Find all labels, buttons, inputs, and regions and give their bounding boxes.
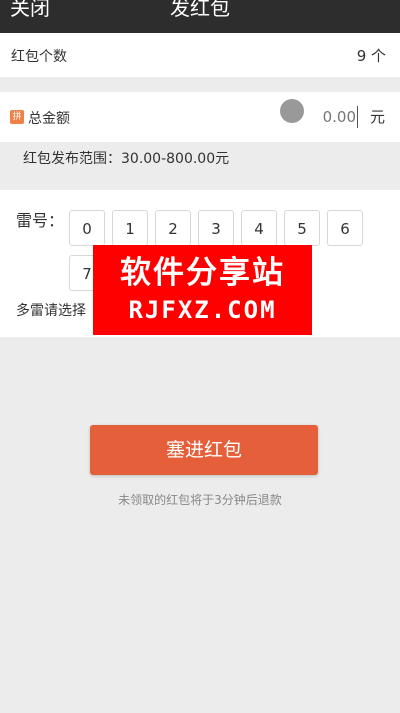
watermark-logo: 软件分享站 RJFXZ.COM — [93, 245, 312, 335]
page-title: 发红包 — [170, 0, 230, 20]
packet-count-label: 红包个数 — [11, 49, 67, 65]
mine-number-2[interactable]: 2 — [155, 210, 191, 246]
total-amount-input[interactable] — [300, 106, 358, 128]
amount-range-note: 红包发布范围：30.00-800.00元 — [23, 151, 230, 167]
packet-count-value[interactable]: 9 个 — [357, 45, 386, 66]
watermark-text-cn: 软件分享站 — [120, 255, 285, 291]
top-bar: 关闭 发红包 — [0, 0, 400, 33]
mine-number-label: 雷号： — [16, 211, 65, 230]
mine-number-3[interactable]: 3 — [198, 210, 234, 246]
total-amount-row: 拼 总金额 元 — [0, 92, 400, 142]
indicator-dot-icon — [280, 99, 304, 123]
packet-count-row[interactable]: 红包个数 9 个 — [0, 33, 400, 77]
refund-note: 未领取的红包将于3分钟后退款 — [118, 493, 282, 507]
multi-mine-hint: 多雷请选择 — [16, 303, 86, 319]
mine-number-4[interactable]: 4 — [241, 210, 277, 246]
total-amount-label: 总金额 — [28, 111, 70, 127]
yuan-unit: 元 — [370, 108, 386, 126]
mine-number-5[interactable]: 5 — [284, 210, 320, 246]
pin-icon: 拼 — [10, 110, 24, 124]
mine-number-6[interactable]: 6 — [327, 210, 363, 246]
mine-number-0[interactable]: 0 — [69, 210, 105, 246]
watermark-text-en: RJFXZ.COM — [128, 296, 277, 324]
mine-number-1[interactable]: 1 — [112, 210, 148, 246]
submit-red-packet-button[interactable]: 塞进红包 — [90, 425, 318, 475]
